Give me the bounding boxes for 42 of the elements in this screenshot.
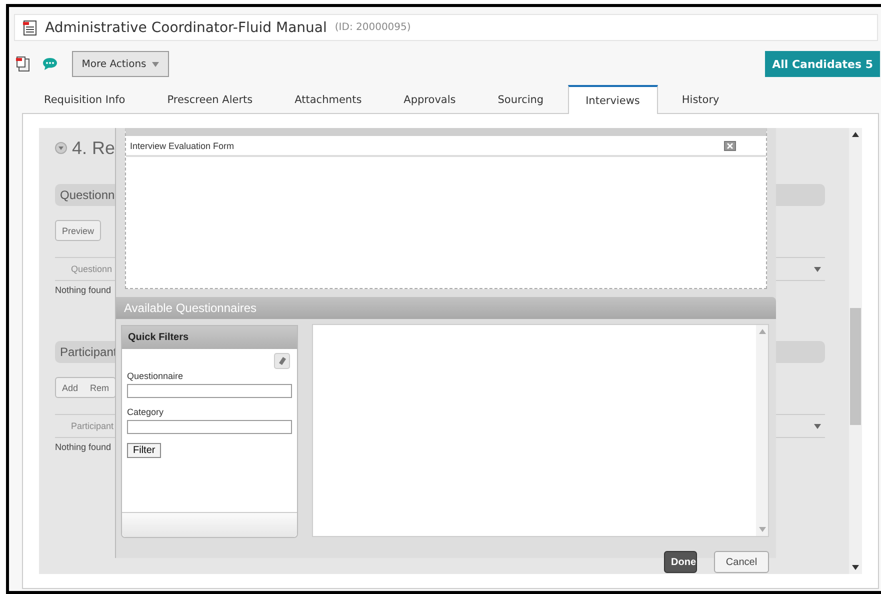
tab[interactable]: Requisition Info [26,84,144,113]
scrollbar[interactable] [849,128,862,574]
scroll-down-icon[interactable] [852,565,859,570]
close-icon[interactable] [724,140,736,150]
section-header: Available Questionnaires [116,297,776,319]
group-button[interactable]: Preview [56,221,100,240]
dialog-button[interactable]: Done [664,551,697,573]
pdf-document-icon[interactable] [16,56,30,72]
page-title: Administrative Coordinator-Fluid Manual [45,20,327,36]
group-button[interactable]: Add [56,378,84,397]
collapse-icon[interactable] [55,142,67,154]
filter-button[interactable]: Filter [127,443,162,458]
tab[interactable]: Interviews [568,85,658,114]
column-header: Participant [71,421,114,431]
requisition-id: (ID: 20000095) [334,22,411,33]
scroll-thumb[interactable] [850,308,861,425]
tab[interactable]: Approvals [386,84,474,113]
eraser-icon[interactable] [274,353,290,369]
empty-message: Nothing found [55,285,112,295]
dropdown-icon[interactable] [814,424,821,428]
field-label: Questionnaire [127,371,184,381]
panel-title: Quick Filters [122,326,297,349]
comment-icon[interactable] [42,57,58,71]
all-candidates-button[interactable]: All Candidates 5 [765,51,880,77]
tab[interactable]: Prescreen Alerts [149,84,271,113]
tab[interactable]: Sourcing [480,84,562,113]
empty-message: Nothing found [55,442,112,452]
document-icon [23,20,37,36]
column-header: Questionn [71,264,112,274]
scroll-up-icon[interactable] [852,132,859,137]
input-field[interactable] [127,420,292,434]
tab[interactable]: History [664,84,738,113]
more-actions-button[interactable]: More Actions [72,51,169,77]
form-title: Interview Evaluation Form [130,140,234,150]
dialog-button[interactable]: Cancel [714,551,769,573]
section-heading: 4. Re [72,138,116,158]
dropdown-icon[interactable] [814,266,821,272]
field-label: Category [127,407,165,417]
group-button[interactable]: Rem [84,378,116,397]
caret-icon [152,62,160,66]
input-field[interactable] [127,384,292,398]
tab[interactable]: Attachments [276,84,380,113]
